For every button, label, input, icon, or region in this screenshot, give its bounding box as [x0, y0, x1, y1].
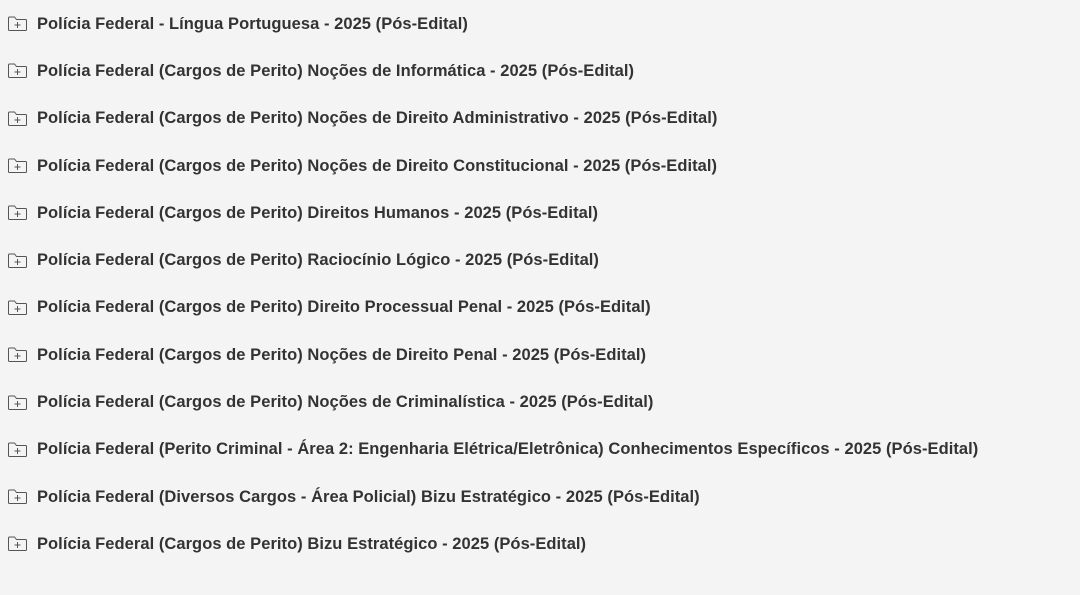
folder-item[interactable]: Polícia Federal (Cargos de Perito) Noçõe… [0, 378, 1080, 425]
folder-title[interactable]: Polícia Federal (Cargos de Perito) Noçõe… [37, 345, 646, 365]
folder-plus-icon[interactable] [7, 535, 29, 553]
folder-item[interactable]: Polícia Federal (Cargos de Perito) Direi… [0, 189, 1080, 236]
folder-plus-icon[interactable] [7, 393, 29, 411]
folder-item[interactable]: Polícia Federal (Cargos de Perito) Noçõe… [0, 142, 1080, 189]
folder-title[interactable]: Polícia Federal (Cargos de Perito) Direi… [37, 203, 598, 223]
folder-title[interactable]: Polícia Federal (Cargos de Perito) Noçõe… [37, 392, 653, 412]
folder-title[interactable]: Polícia Federal (Cargos de Perito) Bizu … [37, 534, 586, 554]
folder-plus-icon[interactable] [7, 346, 29, 364]
folder-plus-icon[interactable] [7, 251, 29, 269]
folder-item[interactable]: Polícia Federal - Língua Portuguesa - 20… [0, 0, 1080, 47]
folder-item[interactable]: Polícia Federal (Cargos de Perito) Noçõe… [0, 331, 1080, 378]
folder-plus-icon[interactable] [7, 109, 29, 127]
folder-plus-icon[interactable] [7, 157, 29, 175]
folder-item[interactable]: Polícia Federal (Diversos Cargos - Área … [0, 473, 1080, 520]
folder-list: Polícia Federal - Língua Portuguesa - 20… [0, 0, 1080, 568]
folder-plus-icon[interactable] [7, 62, 29, 80]
folder-title[interactable]: Polícia Federal (Cargos de Perito) Racio… [37, 250, 599, 270]
folder-item[interactable]: Polícia Federal (Cargos de Perito) Direi… [0, 284, 1080, 331]
folder-plus-icon[interactable] [7, 15, 29, 33]
folder-item[interactable]: Polícia Federal (Cargos de Perito) Noçõe… [0, 47, 1080, 94]
folder-plus-icon[interactable] [7, 488, 29, 506]
folder-title[interactable]: Polícia Federal (Diversos Cargos - Área … [37, 487, 700, 507]
folder-item[interactable]: Polícia Federal (Cargos de Perito) Bizu … [0, 520, 1080, 567]
folder-item[interactable]: Polícia Federal (Cargos de Perito) Noçõe… [0, 95, 1080, 142]
folder-item[interactable]: Polícia Federal (Cargos de Perito) Racio… [0, 236, 1080, 283]
folder-title[interactable]: Polícia Federal - Língua Portuguesa - 20… [37, 14, 468, 34]
folder-title[interactable]: Polícia Federal (Perito Criminal - Área … [37, 439, 978, 459]
folder-title[interactable]: Polícia Federal (Cargos de Perito) Noçõe… [37, 156, 717, 176]
folder-plus-icon[interactable] [7, 204, 29, 222]
folder-title[interactable]: Polícia Federal (Cargos de Perito) Direi… [37, 297, 651, 317]
folder-plus-icon[interactable] [7, 440, 29, 458]
folder-item[interactable]: Polícia Federal (Perito Criminal - Área … [0, 426, 1080, 473]
folder-title[interactable]: Polícia Federal (Cargos de Perito) Noçõe… [37, 108, 717, 128]
folder-title[interactable]: Polícia Federal (Cargos de Perito) Noçõe… [37, 61, 634, 81]
folder-plus-icon[interactable] [7, 298, 29, 316]
